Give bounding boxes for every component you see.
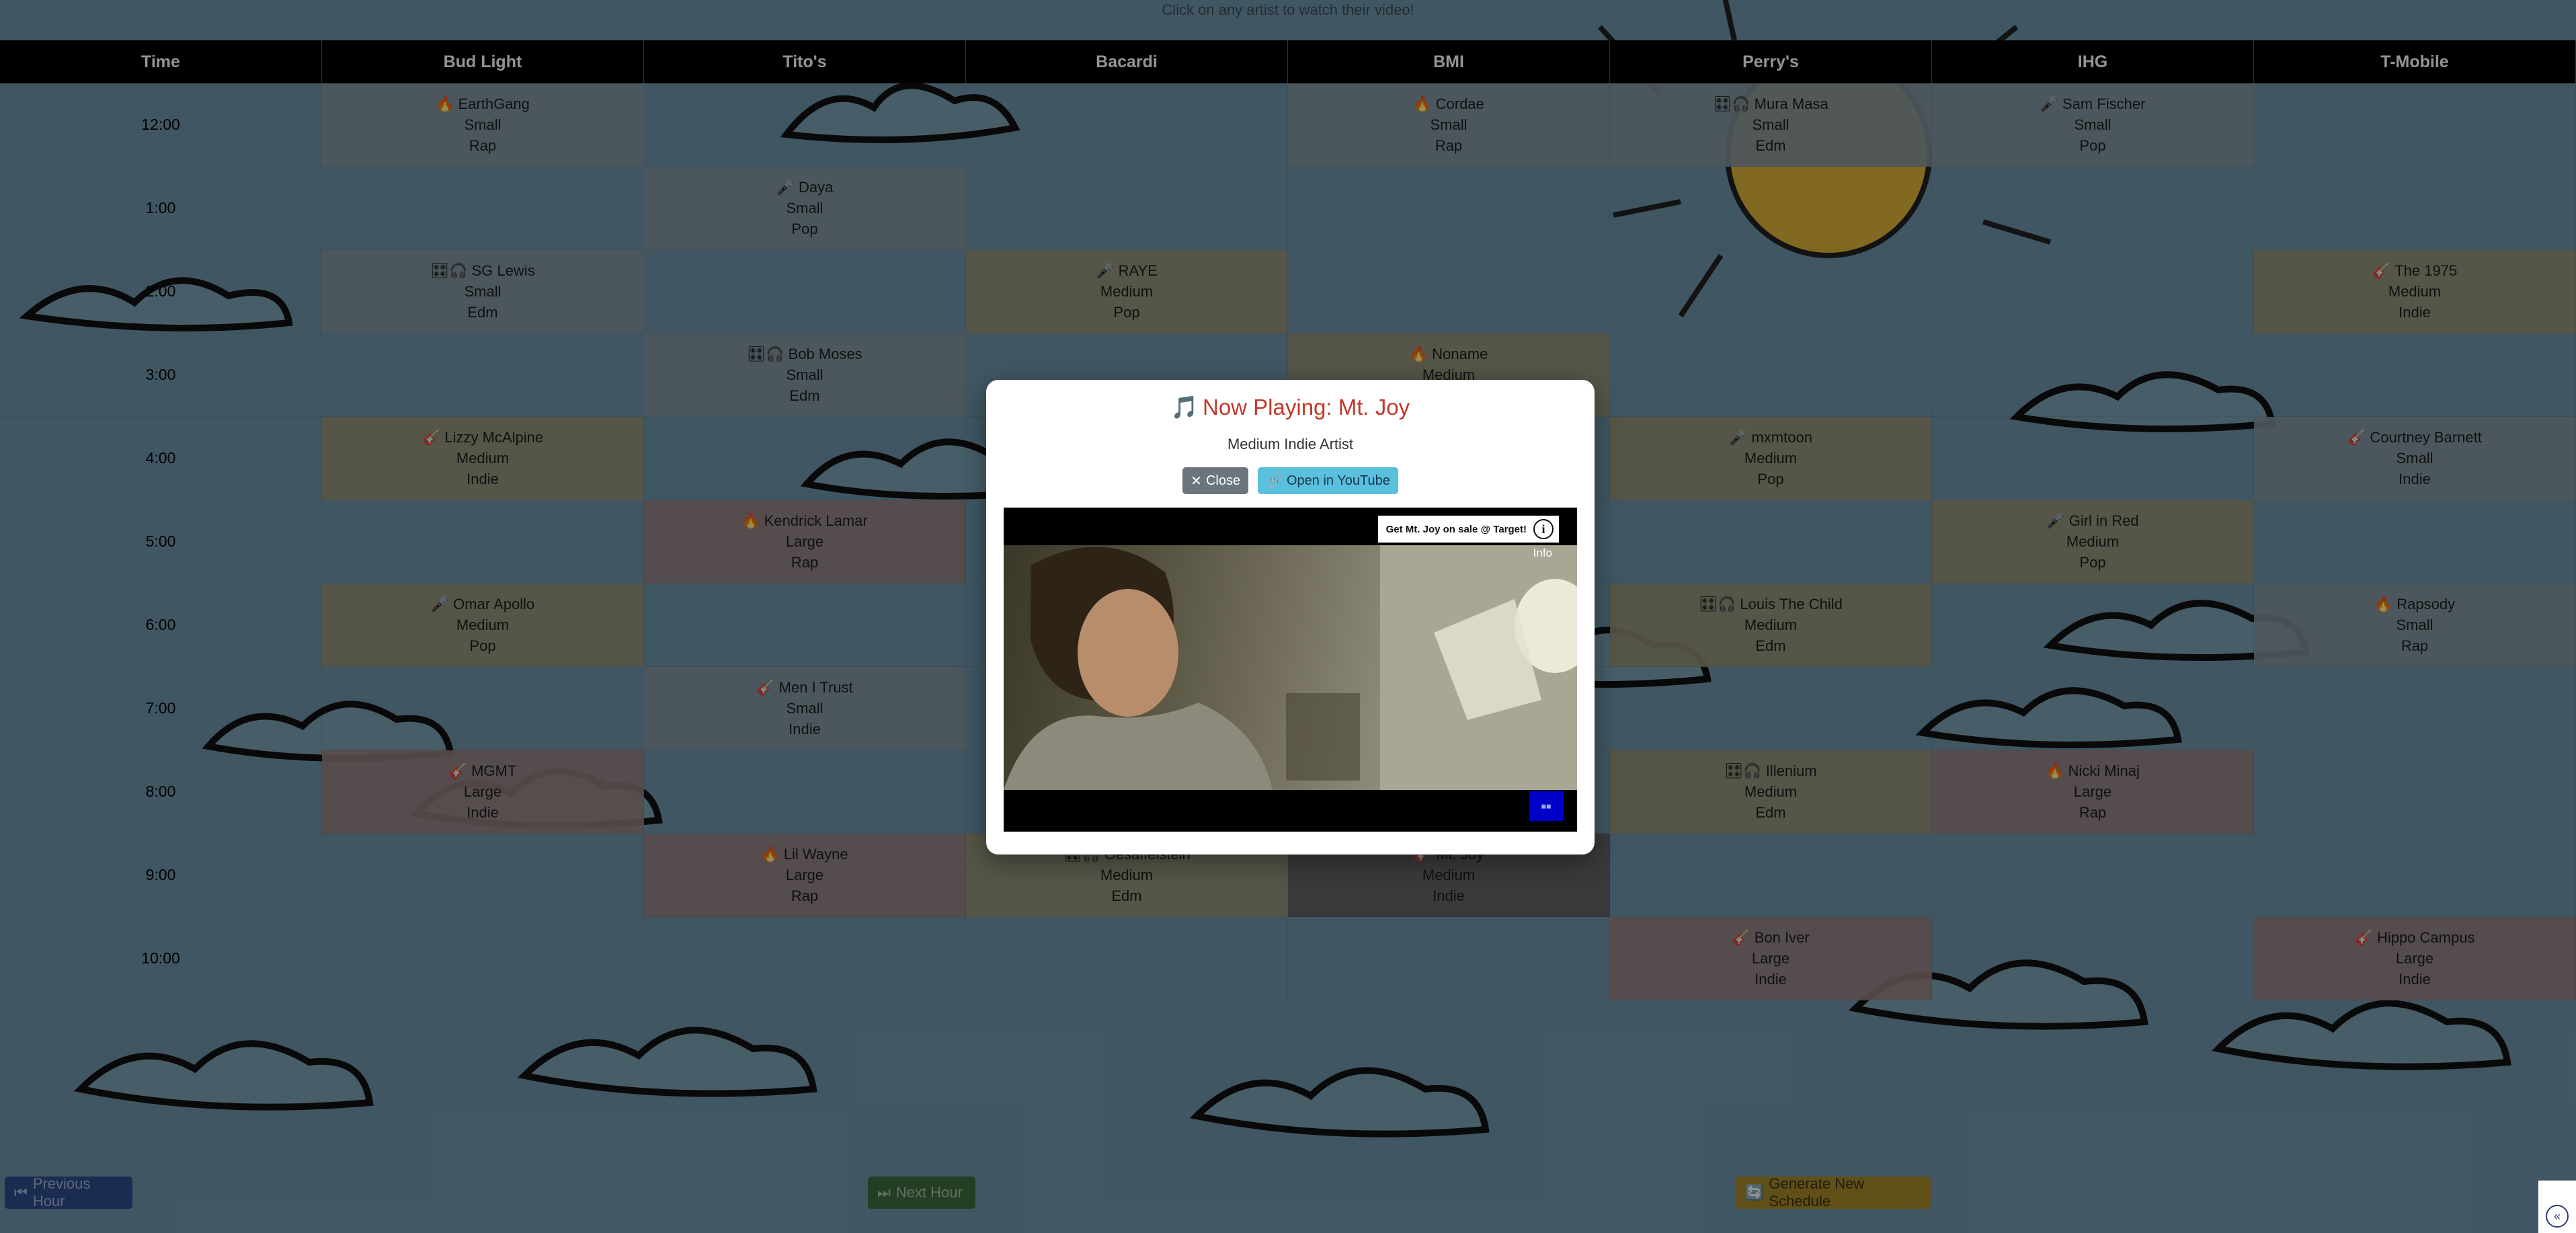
music-note-icon: 🎵	[1170, 395, 1199, 420]
close-icon: ✕	[1191, 473, 1202, 489]
promo-banner[interactable]: Get Mt. Joy on sale @ Target! i	[1377, 516, 1559, 543]
collapse-panel-button[interactable]: «	[2538, 1181, 2576, 1233]
collapse-icon: «	[2546, 1205, 2569, 1228]
video-frame[interactable]	[1004, 545, 1577, 790]
modal-actions: ✕ Close 🔗 Open in YouTube	[986, 467, 1595, 494]
modal-subtitle: Medium Indie Artist	[1227, 436, 1354, 452]
link-icon: 🔗	[1266, 473, 1283, 489]
video-modal: 🎵 Now Playing: Mt. Joy Medium Indie Artis…	[986, 380, 1595, 854]
open-youtube-button[interactable]: 🔗 Open in YouTube	[1258, 467, 1398, 494]
promo-text: Get Mt. Joy on sale @ Target!	[1385, 523, 1527, 535]
info-label[interactable]: Info	[1533, 547, 1552, 560]
close-button-label: Close	[1205, 473, 1241, 488]
player-badge-icon[interactable]: ◼◼	[1529, 791, 1563, 821]
info-icon[interactable]: i	[1533, 519, 1554, 539]
now-playing-title: Now Playing: Mt. Joy	[1202, 395, 1410, 420]
modal-title: 🎵 Now Playing: Mt. Joy	[986, 395, 1595, 421]
close-button[interactable]: ✕ Close	[1182, 467, 1249, 494]
open-youtube-label: Open in YouTube	[1286, 473, 1390, 488]
video-player[interactable]: Get Mt. Joy on sale @ Target! i Info ◼◼	[1004, 508, 1577, 832]
